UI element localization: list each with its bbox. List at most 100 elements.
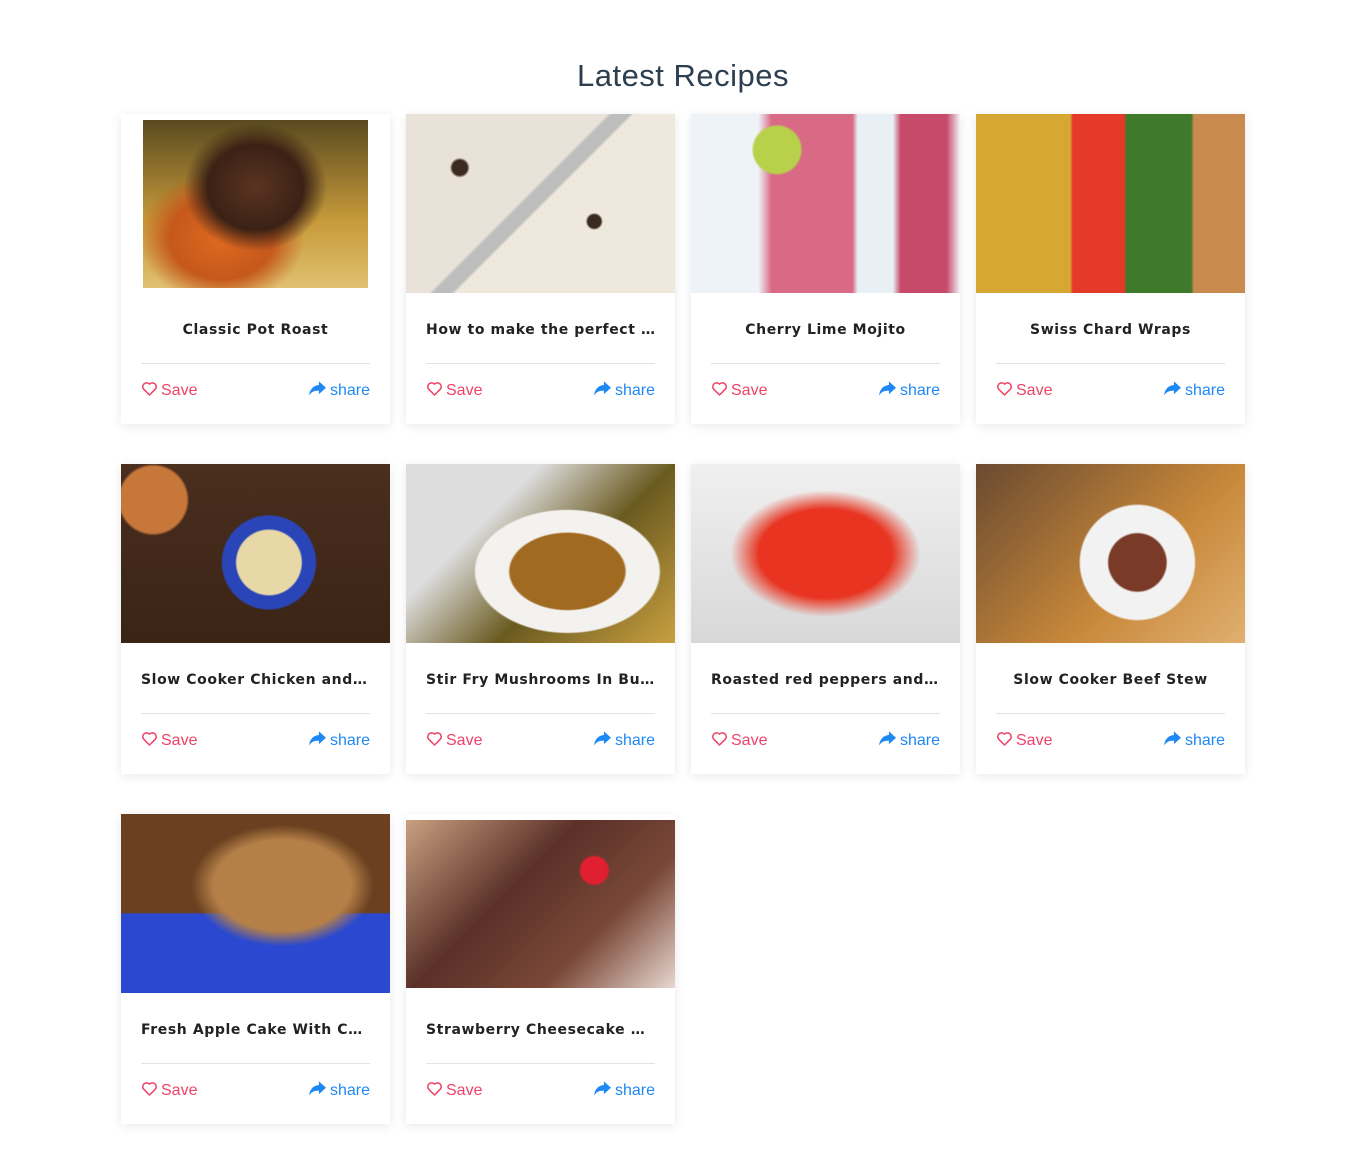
- share-icon: [878, 731, 896, 751]
- share-button[interactable]: share: [1163, 731, 1225, 751]
- recipe-card[interactable]: Cherry Lime Mojito Save share: [691, 114, 960, 424]
- share-label: share: [329, 1082, 370, 1099]
- heart-icon: [711, 731, 728, 751]
- recipe-grid: Classic Pot Roast Save share How to make…: [121, 114, 1245, 1124]
- heart-icon: [426, 731, 443, 751]
- share-button[interactable]: share: [308, 1081, 370, 1101]
- divider: [426, 1063, 655, 1064]
- recipe-card[interactable]: Slow Cooker Beef Stew Save share: [976, 464, 1245, 774]
- recipe-card[interactable]: Slow Cooker Chicken and Du... Save share: [121, 464, 390, 774]
- heart-icon: [996, 731, 1013, 751]
- save-button[interactable]: Save: [141, 381, 197, 401]
- heart-icon: [426, 381, 443, 401]
- save-button[interactable]: Save: [711, 731, 767, 751]
- recipe-image[interactable]: [406, 820, 675, 988]
- save-label: Save: [161, 732, 198, 749]
- share-icon: [308, 731, 326, 751]
- share-icon: [593, 731, 611, 751]
- share-label: share: [1184, 732, 1225, 749]
- save-label: Save: [446, 732, 483, 749]
- heart-icon: [711, 381, 728, 401]
- save-label: Save: [1016, 382, 1053, 399]
- recipe-image[interactable]: [143, 120, 368, 288]
- divider: [426, 713, 655, 714]
- share-icon: [308, 381, 326, 401]
- save-label: Save: [731, 382, 768, 399]
- save-button[interactable]: Save: [141, 731, 197, 751]
- share-button[interactable]: share: [878, 381, 940, 401]
- share-button[interactable]: share: [1163, 381, 1225, 401]
- recipe-title[interactable]: Cherry Lime Mojito: [711, 322, 940, 338]
- recipe-image[interactable]: [691, 464, 960, 643]
- share-icon: [593, 1081, 611, 1101]
- share-icon: [308, 1081, 326, 1101]
- share-label: share: [614, 1082, 655, 1099]
- share-button[interactable]: share: [593, 1081, 655, 1101]
- share-label: share: [614, 382, 655, 399]
- share-button[interactable]: share: [878, 731, 940, 751]
- divider: [996, 363, 1225, 364]
- recipe-image[interactable]: [406, 114, 675, 293]
- share-label: share: [329, 382, 370, 399]
- divider: [141, 1063, 370, 1064]
- share-button[interactable]: share: [308, 381, 370, 401]
- save-label: Save: [161, 1082, 198, 1099]
- heart-icon: [141, 731, 158, 751]
- recipe-image[interactable]: [976, 464, 1245, 643]
- share-button[interactable]: share: [593, 731, 655, 751]
- recipe-title[interactable]: Strawberry Cheesecake Choc...: [426, 1022, 655, 1038]
- save-label: Save: [446, 382, 483, 399]
- recipe-card[interactable]: Fresh Apple Cake With Cara... Save share: [121, 814, 390, 1124]
- share-label: share: [1184, 382, 1225, 399]
- save-button[interactable]: Save: [996, 731, 1052, 751]
- share-icon: [1163, 381, 1181, 401]
- recipe-title[interactable]: Swiss Chard Wraps: [996, 322, 1225, 338]
- page-title: Latest Recipes: [576, 58, 790, 93]
- divider: [711, 713, 940, 714]
- share-icon: [878, 381, 896, 401]
- save-label: Save: [1016, 732, 1053, 749]
- save-button[interactable]: Save: [426, 731, 482, 751]
- recipe-title[interactable]: Fresh Apple Cake With Cara...: [141, 1022, 370, 1038]
- share-icon: [1163, 731, 1181, 751]
- save-button[interactable]: Save: [711, 381, 767, 401]
- recipe-image[interactable]: [121, 464, 390, 643]
- save-button[interactable]: Save: [996, 381, 1052, 401]
- recipe-image[interactable]: [976, 114, 1245, 293]
- recipe-title[interactable]: How to make the perfect Ch...: [426, 322, 655, 338]
- recipe-image[interactable]: [406, 464, 675, 643]
- heart-icon: [426, 1081, 443, 1101]
- recipe-title[interactable]: Stir Fry Mushrooms In Butte...: [426, 672, 655, 688]
- recipe-image[interactable]: [691, 114, 960, 293]
- save-label: Save: [446, 1082, 483, 1099]
- save-button[interactable]: Save: [141, 1081, 197, 1101]
- share-label: share: [614, 732, 655, 749]
- recipe-card[interactable]: Stir Fry Mushrooms In Butte... Save shar…: [406, 464, 675, 774]
- share-label: share: [329, 732, 370, 749]
- recipe-title[interactable]: Classic Pot Roast: [141, 322, 370, 338]
- recipe-image[interactable]: [121, 814, 390, 993]
- recipe-title[interactable]: Slow Cooker Beef Stew: [996, 672, 1225, 688]
- recipe-card[interactable]: Classic Pot Roast Save share: [121, 114, 390, 424]
- divider: [711, 363, 940, 364]
- divider: [426, 363, 655, 364]
- divider: [996, 713, 1225, 714]
- recipe-card[interactable]: Swiss Chard Wraps Save share: [976, 114, 1245, 424]
- share-button[interactable]: share: [593, 381, 655, 401]
- recipe-title[interactable]: Slow Cooker Chicken and Du...: [141, 672, 370, 688]
- save-button[interactable]: Save: [426, 381, 482, 401]
- recipe-title[interactable]: Roasted red peppers and to...: [711, 672, 940, 688]
- share-label: share: [899, 382, 940, 399]
- share-button[interactable]: share: [308, 731, 370, 751]
- heart-icon: [141, 1081, 158, 1101]
- recipe-card[interactable]: How to make the perfect Ch... Save share: [406, 114, 675, 424]
- share-icon: [593, 381, 611, 401]
- share-label: share: [899, 732, 940, 749]
- save-label: Save: [731, 732, 768, 749]
- heart-icon: [996, 381, 1013, 401]
- recipe-card[interactable]: Roasted red peppers and to... Save share: [691, 464, 960, 774]
- recipe-card[interactable]: Strawberry Cheesecake Choc... Save share: [406, 814, 675, 1124]
- save-button[interactable]: Save: [426, 1081, 482, 1101]
- heart-icon: [141, 381, 158, 401]
- divider: [141, 713, 370, 714]
